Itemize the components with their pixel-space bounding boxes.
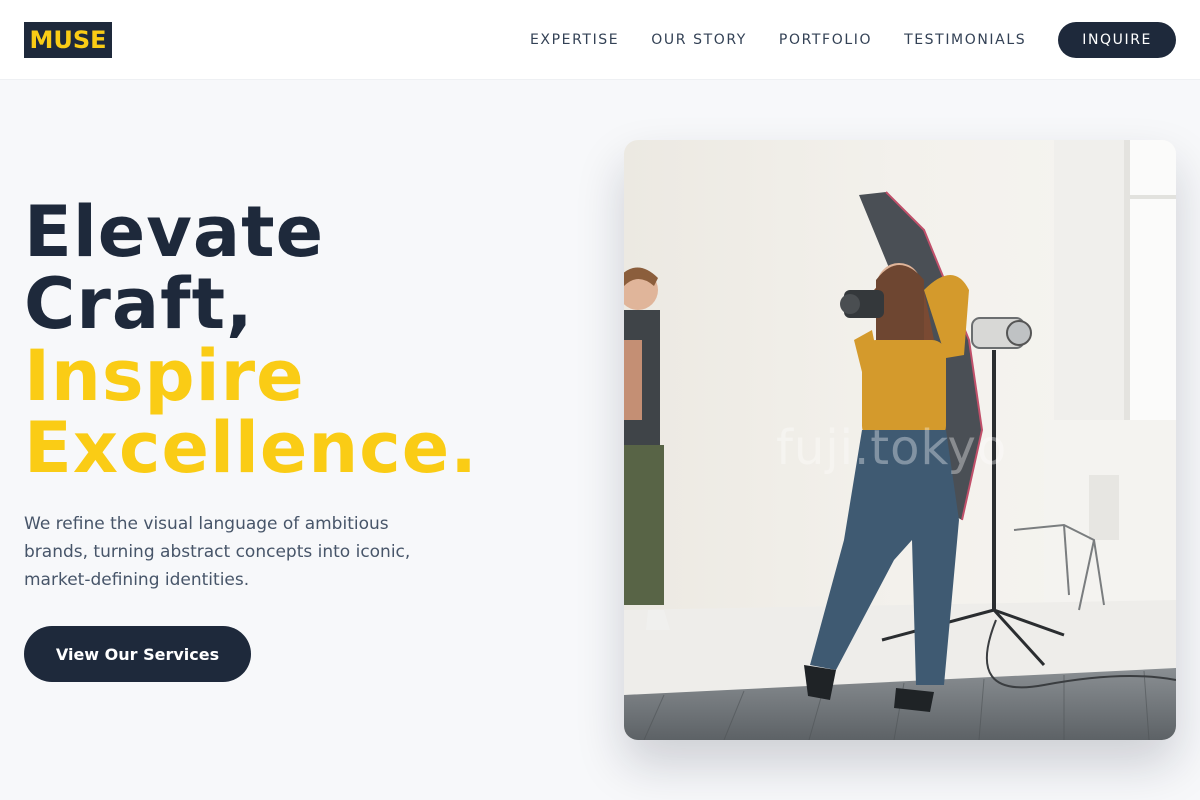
hero-description: We refine the visual language of ambitio… [24, 514, 411, 590]
nav-link-testimonials[interactable]: TESTIMONIALS [904, 32, 1026, 48]
view-services-button[interactable]: View Our Services [24, 626, 251, 682]
hero-title-line-4: Excellence. [24, 407, 478, 489]
hero-title-line-3: Inspire [24, 335, 305, 417]
site-header: MUSE EXPERTISE OUR STORY PORTFOLIO TESTI… [0, 0, 1200, 80]
hero-title-line-1: Elevate [24, 191, 325, 273]
hero-photo: fuji.tokyo [624, 140, 1176, 740]
main-nav: EXPERTISE OUR STORY PORTFOLIO TESTIMONIA… [530, 22, 1176, 58]
hero-title: Elevate Craft, Inspire Excellence. [24, 196, 478, 484]
inquire-button[interactable]: INQUIRE [1058, 22, 1176, 58]
nav-link-expertise[interactable]: EXPERTISE [530, 32, 619, 48]
nav-link-our-story[interactable]: OUR STORY [651, 32, 747, 48]
hero-title-line-2: Craft, [24, 263, 254, 345]
nav-link-portfolio[interactable]: PORTFOLIO [779, 32, 872, 48]
photo-watermark: fuji.tokyo [776, 420, 1008, 476]
brand-logo[interactable]: MUSE [24, 22, 112, 58]
